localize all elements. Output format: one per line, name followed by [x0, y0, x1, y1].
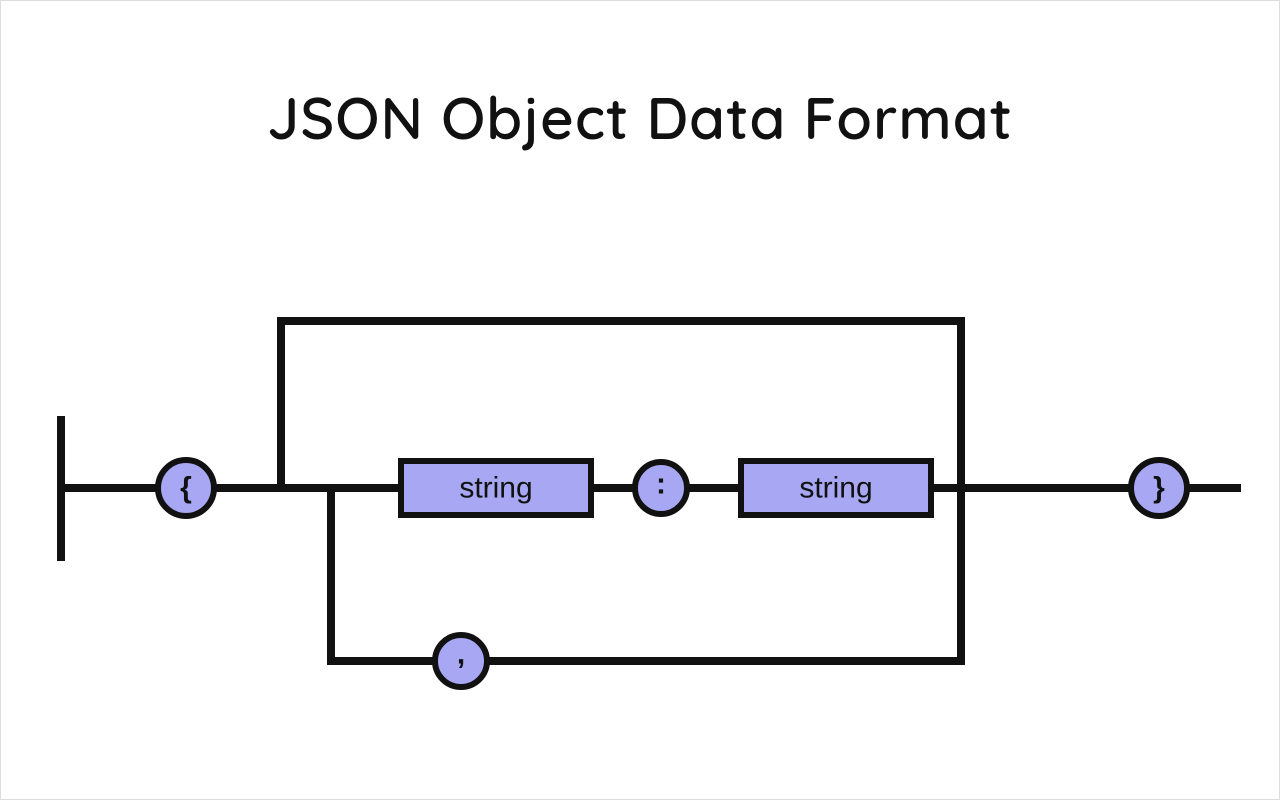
open-brace-label: {	[180, 472, 192, 505]
diagram-frame: JSON Object Data Format { string : strin…	[0, 0, 1280, 800]
colon-label: :	[656, 468, 666, 501]
key-string-label: string	[459, 472, 532, 505]
value-string-label: string	[799, 472, 872, 505]
comma-label: ,	[457, 638, 465, 671]
close-brace-label: }	[1153, 472, 1165, 505]
railroad-diagram: { string : string , }	[41, 261, 1241, 741]
diagram-title: JSON Object Data Format	[1, 81, 1279, 154]
